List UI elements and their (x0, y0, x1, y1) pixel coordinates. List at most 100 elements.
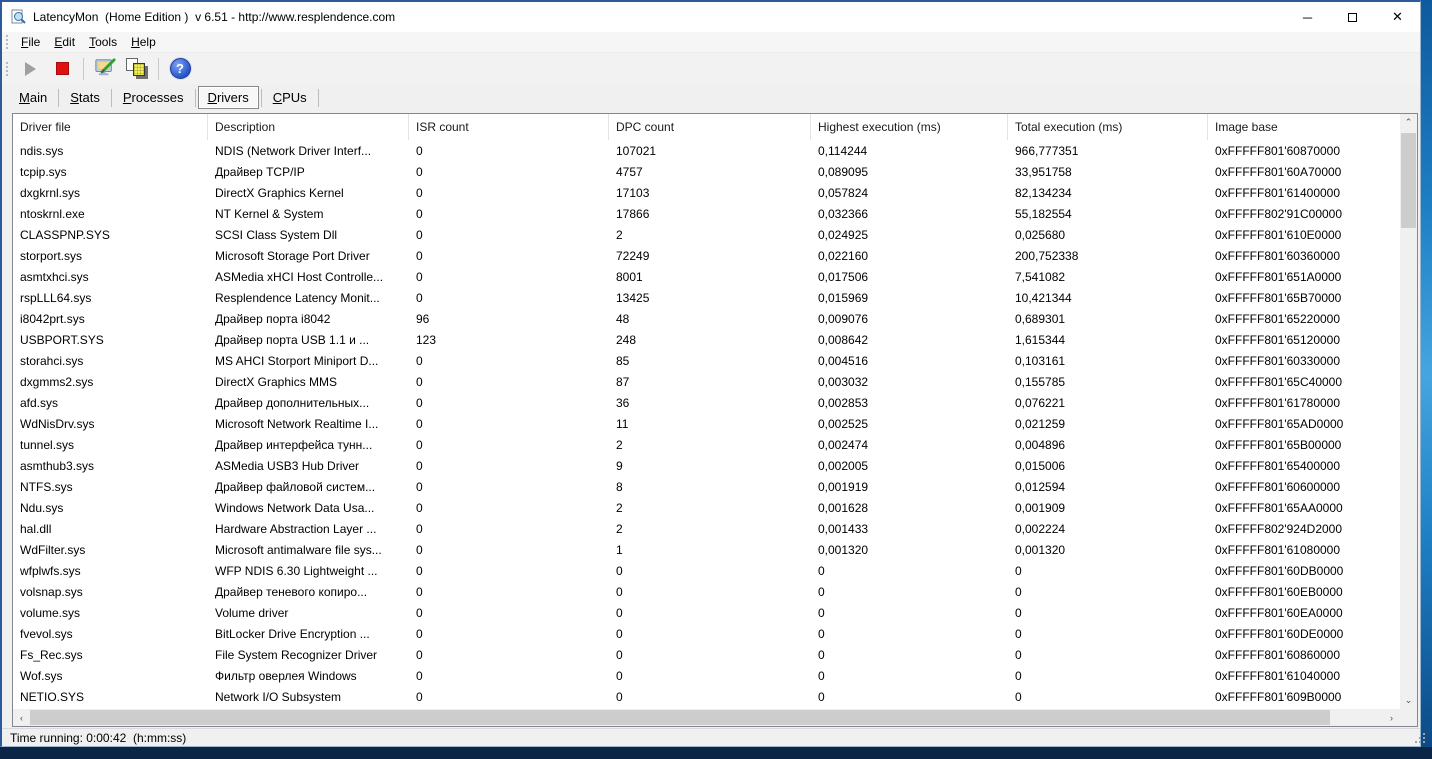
table-cell: ASMedia USB3 Hub Driver (215, 458, 360, 473)
table-cell: 0xFFFFF801'65AD0000 (1215, 416, 1344, 431)
table-cell: 0 (416, 185, 423, 200)
table-cell: rspLLL64.sys (20, 290, 92, 305)
copy-button[interactable] (124, 56, 150, 82)
column-header[interactable]: Description (208, 114, 409, 140)
table-cell: 7,541082 (1015, 269, 1066, 284)
vertical-scrollbar[interactable]: ⌃ ⌄ (1400, 114, 1417, 709)
table-cell: 87 (616, 374, 630, 389)
table-row[interactable]: asmtxhci.sys ASMedia xHCI Host Controlle.… (13, 266, 1400, 287)
table-cell: afd.sys (20, 395, 59, 410)
close-button[interactable]: ✕ (1375, 2, 1420, 32)
horizontal-scroll-thumb[interactable] (30, 710, 1330, 725)
table-row[interactable]: dxgmms2.sys DirectX Graphics MMS 0 87 0,0030… (13, 371, 1400, 392)
column-header[interactable]: Total execution (ms) (1008, 114, 1208, 140)
table-row[interactable]: fvevol.sys BitLocker Drive Encryption ...… (13, 623, 1400, 644)
column-header[interactable]: Highest execution (ms) (811, 114, 1008, 140)
table-cell: 0,024925 (818, 227, 869, 242)
scroll-up-icon[interactable]: ⌃ (1400, 114, 1417, 131)
table-row[interactable]: NETIO.SYS Network I/O Subsystem 0 0 0 0 0xFFFF… (13, 686, 1400, 707)
table-cell: 0,001320 (818, 542, 869, 557)
table-row[interactable]: WdFilter.sys Microsoft antimalware file s… (13, 539, 1400, 560)
play-button[interactable] (17, 56, 43, 82)
table-cell: Wof.sys (20, 668, 63, 683)
scrollbar-corner (1400, 709, 1417, 726)
scroll-right-icon[interactable]: › (1383, 709, 1400, 726)
menu-tools[interactable]: Tools (82, 33, 124, 51)
scroll-down-icon[interactable]: ⌄ (1400, 692, 1417, 709)
column-header[interactable]: ISR count (409, 114, 609, 140)
column-header[interactable]: Driver file (13, 114, 208, 140)
menu-gripper (6, 35, 9, 49)
table-row[interactable]: storport.sys Microsoft Storage Port Drive… (13, 245, 1400, 266)
table-row[interactable]: ndis.sys NDIS (Network Driver Interf... 0 1… (13, 140, 1400, 161)
table-row[interactable]: volsnap.sys Драйвер теневого копиро... 0 0 0… (13, 581, 1400, 602)
table-cell: 0,032366 (818, 206, 869, 221)
table-cell: 0 (416, 605, 423, 620)
table-cell: 0 (416, 395, 423, 410)
table-cell: DirectX Graphics MMS (215, 374, 338, 389)
table-row[interactable]: tcpip.sys Драйвер TCP/IP 0 4757 0,089095 33,9… (13, 161, 1400, 182)
table-cell: 0 (616, 626, 623, 641)
table-cell: 85 (616, 353, 630, 368)
table-cell: 2 (616, 437, 623, 452)
table-cell: 0 (1015, 668, 1022, 683)
column-header[interactable]: Image base (1208, 114, 1400, 140)
table-row[interactable]: dxgkrnl.sys DirectX Graphics Kernel 0 17103… (13, 182, 1400, 203)
stop-button[interactable] (49, 56, 75, 82)
table-cell: 96 (416, 311, 430, 326)
table-cell: 10,421344 (1015, 290, 1072, 305)
table-row[interactable]: Ndu.sys Windows Network Data Usa... 0 2 0,00… (13, 497, 1400, 518)
table-row[interactable]: CLASSPNP.SYS SCSI Class System Dll 0 2 0,024… (13, 224, 1400, 245)
tab-cpus[interactable]: CPUs (264, 87, 316, 108)
table-row[interactable]: tunnel.sys Драйвер интерфейса тунн... 0 2 0,… (13, 434, 1400, 455)
table-cell: 17103 (616, 185, 650, 200)
table-cell: Драйвер дополнительных... (215, 395, 370, 410)
table-row[interactable]: storahci.sys MS AHCI Storport Miniport D.… (13, 350, 1400, 371)
table-row[interactable]: asmthub3.sys ASMedia USB3 Hub Driver 0 9 0,0… (13, 455, 1400, 476)
minimize-button[interactable]: ─ (1285, 2, 1330, 32)
column-header[interactable]: DPC count (609, 114, 811, 140)
scroll-left-icon[interactable]: ‹ (13, 709, 30, 726)
table-cell: 0 (416, 521, 423, 536)
table-row[interactable]: WdNisDrv.sys Microsoft Network Realtime I… (13, 413, 1400, 434)
table-row[interactable]: USBPORT.SYS Драйвер порта USB 1.1 и ... 12… (13, 329, 1400, 350)
table-row[interactable]: volume.sys Volume driver 0 0 0 0 0xFFFFF801'60… (13, 602, 1400, 623)
table-row[interactable]: rspLLL64.sys Resplendence Latency Monit..… (13, 287, 1400, 308)
table-row[interactable]: afd.sys Драйвер дополнительных... 0 36 0,002… (13, 392, 1400, 413)
table-row[interactable]: i8042prt.sys Драйвер порта i8042 96 48 0,009… (13, 308, 1400, 329)
options-button[interactable] (92, 56, 118, 82)
table-cell: 0 (416, 626, 423, 641)
menu-edit[interactable]: Edit (47, 33, 82, 51)
table-cell: storport.sys (20, 248, 83, 263)
table-row[interactable]: NTFS.sys Драйвер файловой систем... 0 8 0,00… (13, 476, 1400, 497)
maximize-button[interactable] (1330, 2, 1375, 32)
vertical-scroll-thumb[interactable] (1401, 133, 1416, 228)
table-cell: tcpip.sys (20, 164, 67, 179)
table-cell: 0xFFFFF802'91C00000 (1215, 206, 1343, 221)
help-button[interactable]: ? (167, 56, 193, 82)
table-cell: 0,004896 (1015, 437, 1066, 452)
table-cell: 0xFFFFF801'609B0000 (1215, 689, 1342, 704)
table-row[interactable]: ntoskrnl.exe NT Kernel & System 0 17866 0,03… (13, 203, 1400, 224)
table-row[interactable]: wfplwfs.sys WFP NDIS 6.30 Lightweight ...… (13, 560, 1400, 581)
table-cell: 0 (616, 563, 623, 578)
horizontal-scrollbar[interactable]: ‹ › (13, 709, 1400, 726)
tab-drivers[interactable]: Drivers (197, 86, 259, 109)
menu-help[interactable]: Help (124, 33, 163, 51)
table-cell: 36 (616, 395, 630, 410)
title-bar[interactable]: LatencyMon (Home Edition ) v 6.51 - http… (2, 2, 1420, 32)
table-cell: MS AHCI Storport Miniport D... (215, 353, 379, 368)
table-cell: 248 (616, 332, 637, 347)
table-row[interactable]: hal.dll Hardware Abstraction Layer ... 0 2 0… (13, 518, 1400, 539)
table-cell: asmtxhci.sys (20, 269, 89, 284)
table-row[interactable]: Fs_Rec.sys File System Recognizer Driver 0… (13, 644, 1400, 665)
tab-processes[interactable]: Processes (114, 87, 193, 108)
tab-stats[interactable]: Stats (61, 87, 109, 108)
tab-main[interactable]: Main (10, 87, 56, 108)
resize-grip[interactable] (1415, 741, 1417, 743)
table-row[interactable]: Wof.sys Фильтр оверлея Windows 0 0 0 0 0xFFFFF… (13, 665, 1400, 686)
copy-icon (125, 57, 149, 81)
table-cell: NDIS (Network Driver Interf... (215, 143, 372, 158)
menu-file[interactable]: File (14, 33, 47, 51)
table-cell: 0,103161 (1015, 353, 1066, 368)
